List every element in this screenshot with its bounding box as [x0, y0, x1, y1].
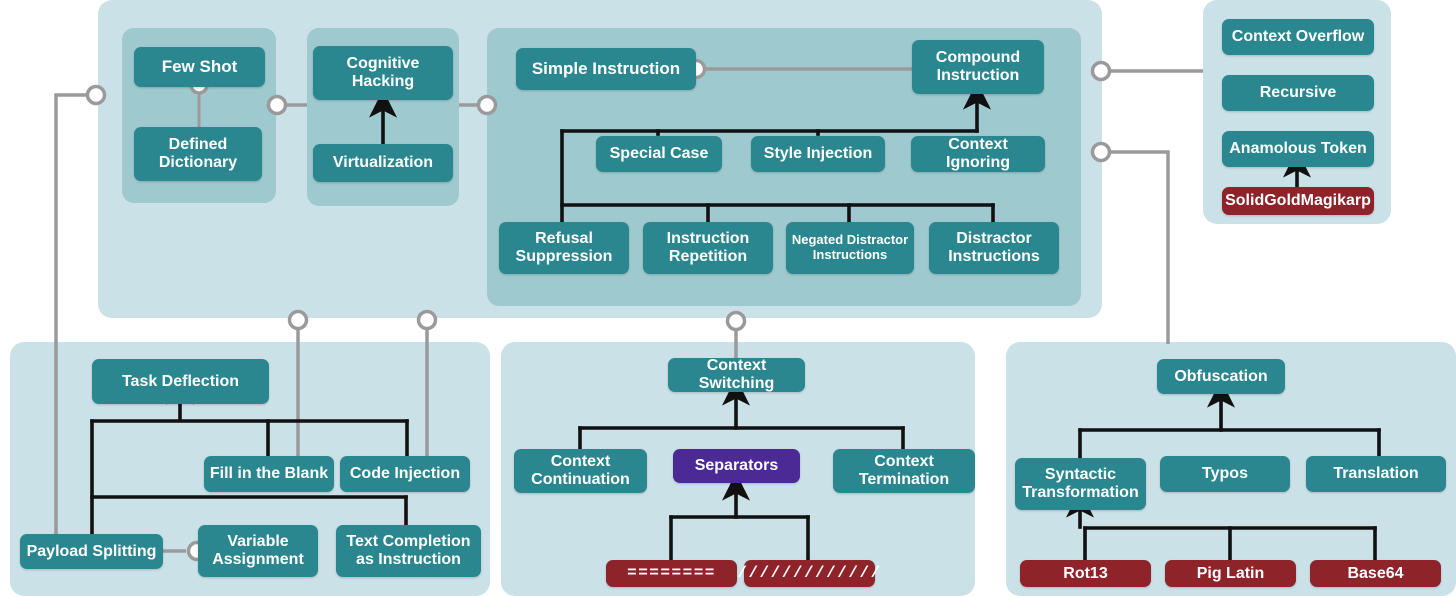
node-instruction-repetition[interactable]: Instruction Repetition [643, 222, 773, 274]
node-obfuscation[interactable]: Obfuscation [1157, 359, 1285, 394]
node-pig-latin[interactable]: Pig Latin [1165, 560, 1296, 587]
node-negated-distractor-instructions[interactable]: Negated Distractor Instructions [786, 222, 914, 274]
node-refusal-suppression[interactable]: Refusal Suppression [499, 222, 629, 274]
node-style-injection[interactable]: Style Injection [751, 136, 885, 172]
node-few-shot[interactable]: Few Shot [134, 47, 265, 87]
node-context-ignoring[interactable]: Context Ignoring [911, 136, 1045, 172]
node-defined-dictionary[interactable]: Defined Dictionary [134, 127, 262, 181]
node-recursive[interactable]: Recursive [1222, 75, 1374, 111]
node-text-completion-as-instruction[interactable]: Text Completion as Instruction [336, 525, 481, 577]
node-translation[interactable]: Translation [1306, 456, 1446, 492]
node-virtualization[interactable]: Virtualization [313, 144, 453, 182]
node-anamolous-token[interactable]: Anamolous Token [1222, 131, 1374, 167]
node-context-continuation[interactable]: Context Continuation [514, 449, 647, 493]
node-base64[interactable]: Base64 [1310, 560, 1441, 587]
node-variable-assignment[interactable]: Variable Assignment [198, 525, 318, 577]
node-simple-instruction[interactable]: Simple Instruction [516, 48, 696, 90]
node-code-injection[interactable]: Code Injection [340, 456, 470, 492]
node-separator-slashes[interactable]: ///////////// [737, 560, 880, 587]
diagram-canvas: Few Shot Defined Dictionary Cognitive Ha… [0, 0, 1456, 596]
node-context-termination[interactable]: Context Termination [833, 449, 975, 493]
node-context-overflow[interactable]: Context Overflow [1222, 19, 1374, 55]
node-context-switching[interactable]: Context Switching [668, 357, 805, 392]
node-syntactic-transformation[interactable]: Syntactic Transformation [1015, 458, 1146, 510]
node-task-deflection[interactable]: Task Deflection [92, 359, 269, 404]
node-cognitive-hacking[interactable]: Cognitive Hacking [313, 46, 453, 100]
node-special-case[interactable]: Special Case [596, 136, 722, 172]
node-typos[interactable]: Typos [1160, 456, 1290, 492]
node-payload-splitting[interactable]: Payload Splitting [20, 534, 163, 569]
node-fill-in-the-blank[interactable]: Fill in the Blank [204, 456, 334, 492]
node-compound-instruction[interactable]: Compound Instruction [912, 40, 1044, 94]
node-distractor-instructions[interactable]: Distractor Instructions [929, 222, 1059, 274]
node-separator-equals[interactable]: ======== [606, 560, 737, 587]
node-separators[interactable]: Separators [673, 449, 800, 483]
node-solidgoldmagikarp[interactable]: SolidGoldMagikarp [1222, 187, 1374, 215]
node-rot13[interactable]: Rot13 [1020, 560, 1151, 587]
